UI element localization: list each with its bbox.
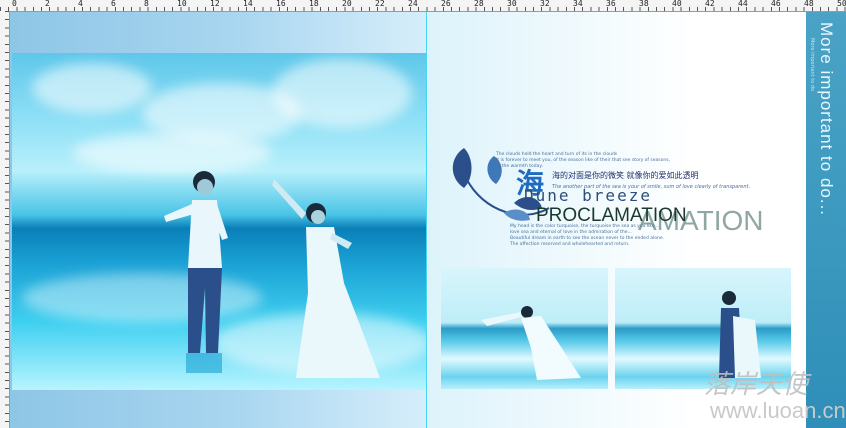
ruler-ticks-vertical (5, 11, 9, 428)
ruler-ticks (0, 7, 846, 11)
beach-couple-photo (12, 53, 427, 390)
vertical-ruler (0, 11, 10, 428)
watermark-url: www.luoan.cn (710, 398, 846, 423)
sidebar-subtitle: More important to do (809, 38, 815, 92)
woman-figure (272, 179, 380, 378)
dune-breeze-title: Dune breeze (524, 186, 652, 205)
horizontal-ruler: 0 2 4 6 8 10 12 14 16 18 20 22 24 26 28 30 32 34 36 38 40 42 4… (0, 0, 846, 12)
chinese-verse: 海的对面是你的微笑 就像你的爱如此透明 (552, 171, 699, 180)
left-page (10, 12, 427, 428)
man-figure (164, 171, 228, 373)
guide-line (426, 12, 427, 428)
document-canvas[interactable]: The clouds hold the heart and turn of it… (10, 12, 846, 428)
watermark-logo: 落岸天使 (704, 370, 809, 400)
sidebar-title: More important to do... (817, 22, 836, 217)
english-verse-bottom: My head is the color turquoise, the turq… (510, 224, 665, 247)
photo-woman-waves (441, 268, 608, 389)
